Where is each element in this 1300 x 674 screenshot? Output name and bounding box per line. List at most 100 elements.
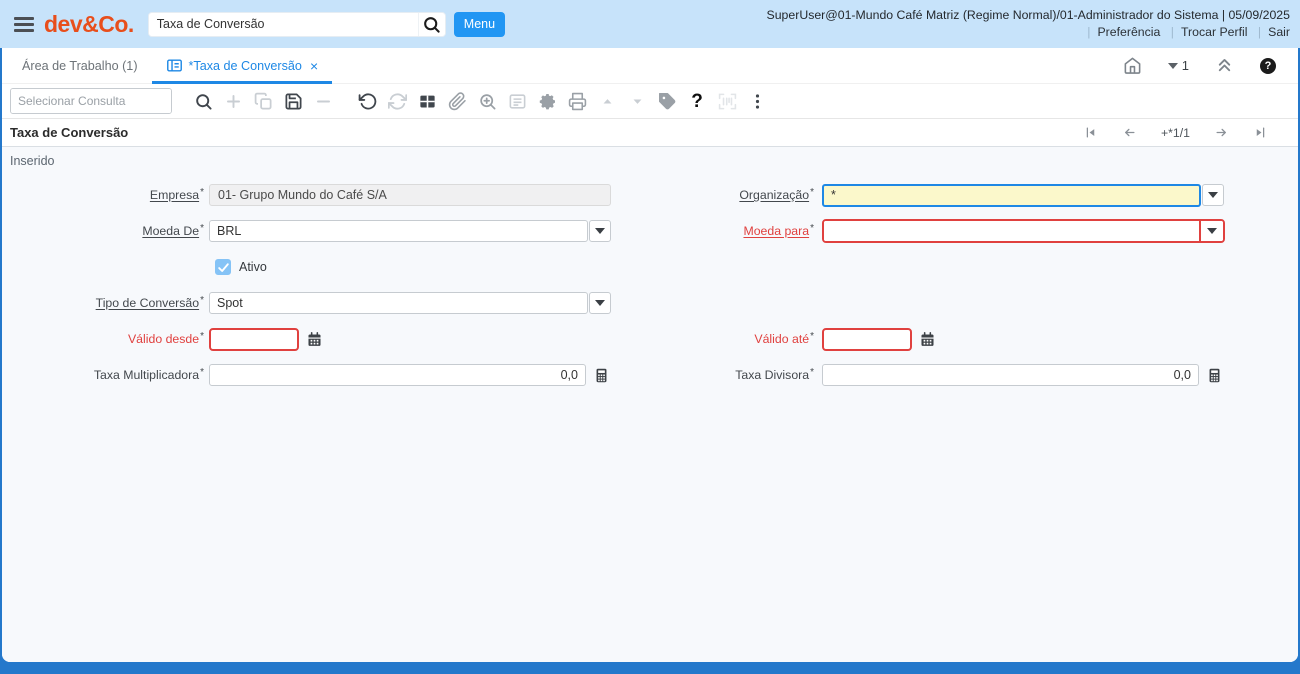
refresh-button[interactable] <box>382 87 412 115</box>
save-icon <box>285 93 301 109</box>
barcode-button[interactable] <box>712 87 742 115</box>
delete-button[interactable] <box>308 87 338 115</box>
tag-button[interactable] <box>652 87 682 115</box>
collapse-all-icon[interactable] <box>1215 56 1234 75</box>
calendar-icon <box>308 331 321 346</box>
tipo-conversao-field <box>209 292 619 314</box>
undo-button[interactable] <box>352 87 382 115</box>
chevron-down-icon <box>1208 192 1218 198</box>
taxa-multiplicadora-label-text: Taxa Multiplicadora <box>93 368 200 382</box>
organizacao-input[interactable] <box>822 183 1201 207</box>
help-icon[interactable]: ? <box>1260 57 1276 74</box>
tipo-conversao-input[interactable] <box>209 292 588 314</box>
form-row-moedas: Moeda De* Moeda para* <box>2 219 1298 243</box>
previous-record-icon[interactable] <box>1122 125 1137 140</box>
move-up-button[interactable] <box>592 87 622 115</box>
required-marker: * <box>200 295 204 306</box>
zoom-search-button[interactable] <box>472 87 502 115</box>
moeda-para-input[interactable] <box>824 221 1199 241</box>
record-position: +*1/1 <box>1160 125 1190 140</box>
preferences-link[interactable]: Preferência <box>1097 25 1160 39</box>
form-row-ativo: Ativo <box>2 256 1298 278</box>
more-options-button[interactable] <box>742 87 772 115</box>
required-marker: * <box>200 331 204 342</box>
grid-icon <box>419 95 435 107</box>
attachments-button[interactable] <box>442 87 472 115</box>
content-panel: Área de Trabalho (1) *Taxa de Conversão … <box>2 48 1298 662</box>
question-mark-icon: ? <box>691 90 703 112</box>
moeda-de-label-link[interactable]: Moeda De <box>142 224 199 238</box>
tab-workspace[interactable]: Área de Trabalho (1) <box>8 48 152 84</box>
moeda-para-label-link[interactable]: Moeda para <box>743 224 809 238</box>
taxa-multiplicadora-input[interactable] <box>209 364 586 386</box>
calculator-icon <box>596 368 607 382</box>
select-query-input[interactable] <box>11 89 171 113</box>
kebab-menu-icon <box>755 93 759 109</box>
print-button[interactable] <box>562 87 592 115</box>
valido-desde-calendar-button[interactable] <box>306 331 323 348</box>
valido-desde-input[interactable] <box>209 327 299 351</box>
separator: | <box>1087 25 1091 39</box>
chevron-down-icon <box>595 300 605 306</box>
tab-taxa-de-conversao[interactable]: *Taxa de Conversão × <box>151 48 333 84</box>
logout-link[interactable]: Sair <box>1268 25 1290 39</box>
valido-ate-calendar-button[interactable] <box>919 331 936 348</box>
last-record-icon[interactable] <box>1253 125 1268 140</box>
paperclip-icon <box>448 91 466 110</box>
find-button[interactable] <box>188 87 218 115</box>
next-record-icon[interactable] <box>1214 125 1229 140</box>
taxa-divisora-field <box>822 364 1242 386</box>
linked-items-button[interactable] <box>502 87 532 115</box>
required-marker: * <box>200 367 204 378</box>
moeda-para-combo <box>822 219 1225 243</box>
taxa-divisora-input[interactable] <box>822 364 1199 386</box>
menu-button[interactable]: Menu <box>453 11 506 37</box>
first-record-icon[interactable] <box>1083 125 1098 140</box>
zoom-in-icon <box>479 93 495 109</box>
taxa-divisora-calculator-button[interactable] <box>1206 367 1223 384</box>
required-marker: * <box>810 331 814 342</box>
tipo-conversao-dropdown-button[interactable] <box>589 292 611 314</box>
empresa-label-link[interactable]: Empresa <box>150 188 199 202</box>
record-header: Taxa de Conversão +*1/1 <box>2 118 1298 147</box>
chevron-down-icon <box>1207 228 1217 234</box>
taxa-multiplicadora-calculator-button[interactable] <box>593 367 610 384</box>
search-button[interactable] <box>417 12 445 36</box>
refresh-icon <box>387 92 407 110</box>
organizacao-field <box>822 183 1242 207</box>
valido-ate-label: Válido até* <box>619 331 822 346</box>
taxa-multiplicadora-label: Taxa Multiplicadora* <box>2 367 209 382</box>
home-icon[interactable] <box>1123 56 1142 75</box>
organizacao-label-link[interactable]: Organização <box>739 188 809 202</box>
global-search-input[interactable] <box>148 12 418 36</box>
move-down-button[interactable] <box>622 87 652 115</box>
window-form-icon <box>166 59 182 72</box>
ativo-checkbox[interactable] <box>215 259 231 275</box>
moeda-de-label: Moeda De* <box>2 223 209 238</box>
copy-record-button[interactable] <box>248 87 278 115</box>
help-button[interactable]: ? <box>682 87 712 115</box>
moeda-de-dropdown-button[interactable] <box>589 220 611 242</box>
moeda-de-input[interactable] <box>209 220 588 242</box>
hamburger-menu-icon[interactable] <box>14 16 34 32</box>
switch-profile-link[interactable]: Trocar Perfil <box>1181 25 1248 39</box>
form-row-validade: Válido desde* Válido até* <box>2 327 1298 351</box>
valido-ate-input[interactable] <box>822 327 912 351</box>
new-record-button[interactable] <box>218 87 248 115</box>
tab-close-icon[interactable]: × <box>310 58 318 74</box>
window-nav-dropdown[interactable]: 1 <box>1167 58 1189 73</box>
top-bar: dev&Co. Menu SuperUser@01-Mundo Café Mat… <box>0 0 1300 48</box>
calendar-icon <box>921 331 934 346</box>
valido-desde-label: Válido desde* <box>2 331 209 346</box>
moeda-para-dropdown-button[interactable] <box>1199 221 1223 241</box>
required-marker: * <box>810 367 814 378</box>
save-button[interactable] <box>278 87 308 115</box>
moeda-de-field <box>209 220 619 242</box>
tipo-conversao-label-link[interactable]: Tipo de Conversão <box>96 296 199 310</box>
empresa-field <box>209 184 619 206</box>
grid-view-button[interactable] <box>412 87 442 115</box>
tab-bar-right: 1 ? <box>1123 56 1292 75</box>
organizacao-dropdown-button[interactable] <box>1202 184 1224 206</box>
session-links: | Preferência | Trocar Perfil | Sair <box>767 24 1290 41</box>
settings-button[interactable] <box>532 87 562 115</box>
